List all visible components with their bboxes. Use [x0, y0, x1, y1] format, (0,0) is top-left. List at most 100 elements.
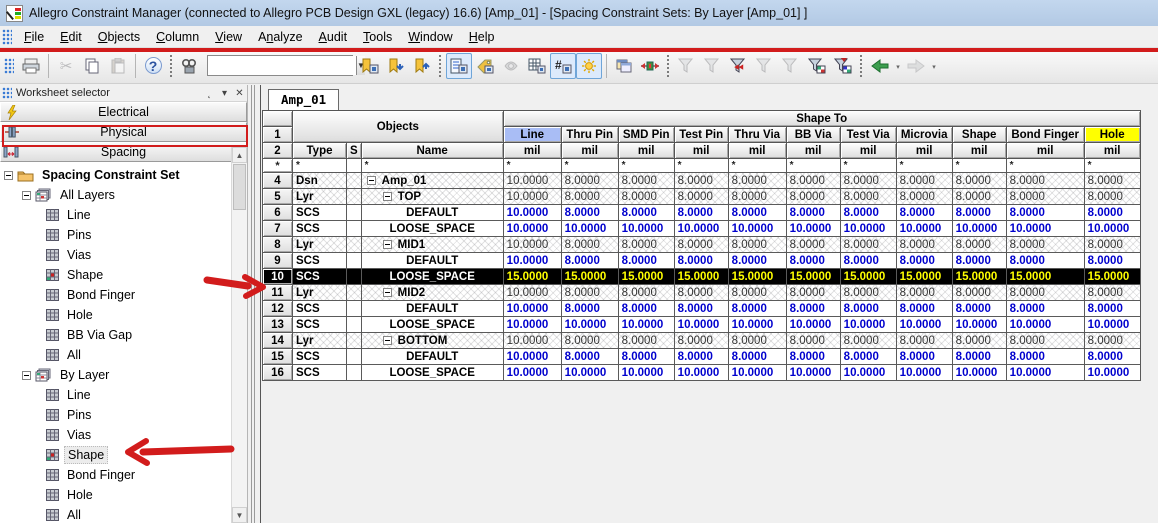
value-cell[interactable]: 8.0000 [951, 284, 1007, 301]
name-cell-default[interactable]: DEFAULT [360, 252, 504, 269]
help-icon[interactable]: ? [140, 53, 166, 79]
value-cell[interactable]: 8.0000 [727, 300, 787, 317]
search-combobox[interactable]: ▼ [207, 55, 365, 76]
value-cell[interactable]: 15.0000 [785, 268, 841, 285]
name-cell-top[interactable]: TOP [360, 188, 504, 205]
name-cell-loose_space[interactable]: LOOSE_SPACE [360, 268, 504, 285]
value-cell[interactable]: 10.0000 [1083, 220, 1141, 237]
filter-type-cell[interactable]: * [292, 158, 347, 173]
collapse-icon[interactable] [366, 176, 376, 185]
filter-value-cell[interactable]: * [673, 158, 729, 173]
value-cell[interactable]: 8.0000 [839, 332, 897, 349]
close-icon[interactable]: ✕ [232, 88, 247, 99]
tree-item-all-layers-bond-finger[interactable]: Bond Finger [0, 285, 247, 305]
value-cell[interactable]: 10.0000 [502, 300, 562, 317]
tag-icon[interactable] [472, 53, 498, 79]
value-cell[interactable]: 8.0000 [727, 348, 787, 365]
value-cell[interactable]: 8.0000 [1005, 252, 1085, 269]
filter-value-cell[interactable]: * [895, 158, 953, 173]
cross-probe-icon[interactable] [637, 53, 663, 79]
value-cell[interactable]: 15.0000 [617, 268, 675, 285]
name-cell-default[interactable]: DEFAULT [360, 300, 504, 317]
bookmark-up-icon[interactable] [409, 53, 435, 79]
value-cell[interactable]: 8.0000 [1083, 236, 1141, 253]
value-cell[interactable]: 8.0000 [951, 332, 1007, 349]
value-cell[interactable]: 8.0000 [1083, 332, 1141, 349]
value-cell[interactable]: 8.0000 [951, 236, 1007, 253]
value-cell[interactable]: 8.0000 [560, 172, 619, 189]
panel-splitter[interactable] [248, 85, 261, 523]
tree-item-by-layer-line[interactable]: Line [0, 385, 247, 405]
filter-s-cell[interactable] [346, 158, 362, 173]
value-cell[interactable]: 10.0000 [727, 364, 787, 381]
value-cell[interactable]: 15.0000 [502, 268, 562, 285]
value-cell[interactable]: 8.0000 [617, 172, 675, 189]
search-input[interactable] [208, 56, 356, 75]
value-cell[interactable]: 8.0000 [560, 332, 619, 349]
value-cell[interactable]: 8.0000 [727, 236, 787, 253]
menu-help[interactable]: Help [461, 28, 503, 46]
value-cell[interactable]: 10.0000 [785, 316, 841, 333]
value-cell[interactable]: 8.0000 [785, 348, 841, 365]
value-cell[interactable]: 10.0000 [895, 364, 953, 381]
scroll-down-icon[interactable]: ▼ [232, 507, 247, 523]
value-cell[interactable]: 8.0000 [1083, 284, 1141, 301]
collapse-icon[interactable] [22, 190, 31, 200]
value-cell[interactable]: 8.0000 [617, 300, 675, 317]
value-cell[interactable]: 8.0000 [673, 172, 729, 189]
value-cell[interactable]: 8.0000 [617, 188, 675, 205]
value-cell[interactable]: 8.0000 [560, 252, 619, 269]
selector-spacing-button[interactable]: Spacing [0, 142, 247, 162]
value-cell[interactable]: 10.0000 [839, 316, 897, 333]
value-cell[interactable]: 10.0000 [560, 316, 619, 333]
s-cell[interactable] [346, 220, 362, 237]
value-cell[interactable]: 10.0000 [673, 316, 729, 333]
value-cell[interactable]: 8.0000 [839, 204, 897, 221]
s-cell[interactable] [346, 316, 362, 333]
menu-view[interactable]: View [207, 28, 250, 46]
value-cell[interactable]: 8.0000 [673, 204, 729, 221]
menu-analyze[interactable]: Analyze [250, 28, 310, 46]
value-cell[interactable]: 8.0000 [560, 348, 619, 365]
value-cell[interactable]: 8.0000 [951, 252, 1007, 269]
panel-menu-icon[interactable]: ▾ [217, 88, 232, 99]
value-cell[interactable]: 10.0000 [502, 252, 562, 269]
copy-icon[interactable] [79, 53, 105, 79]
worksheet-selector-icon[interactable] [446, 52, 472, 79]
value-cell[interactable]: 8.0000 [1005, 172, 1085, 189]
s-cell[interactable] [346, 172, 362, 189]
value-cell[interactable]: 8.0000 [785, 284, 841, 301]
value-cell[interactable]: 8.0000 [895, 284, 953, 301]
value-cell[interactable]: 8.0000 [560, 300, 619, 317]
value-cell[interactable]: 8.0000 [560, 236, 619, 253]
value-cell[interactable]: 8.0000 [1005, 188, 1085, 205]
value-cell[interactable]: 8.0000 [895, 300, 953, 317]
value-cell[interactable]: 15.0000 [895, 268, 953, 285]
filter-table-icon[interactable] [804, 53, 830, 79]
value-cell[interactable]: 10.0000 [727, 316, 787, 333]
value-cell[interactable]: 15.0000 [1083, 268, 1141, 285]
value-cell[interactable]: 10.0000 [895, 220, 953, 237]
filter-color-icon[interactable] [830, 53, 856, 79]
dropdown-caret-icon[interactable]: ▾ [893, 53, 903, 79]
value-cell[interactable]: 8.0000 [1083, 172, 1141, 189]
menu-file[interactable]: File [16, 28, 52, 46]
value-cell[interactable]: 8.0000 [617, 284, 675, 301]
type-cell[interactable]: Dsn [292, 172, 347, 189]
type-cell[interactable]: SCS [292, 300, 347, 317]
value-cell[interactable]: 10.0000 [951, 364, 1007, 381]
s-cell[interactable] [346, 268, 362, 285]
filter-value-cell[interactable]: * [1005, 158, 1085, 173]
column-header-test-via[interactable]: Test Via [839, 126, 897, 143]
tree-item-all-layers-all[interactable]: All [0, 345, 247, 365]
value-cell[interactable]: 8.0000 [727, 204, 787, 221]
value-cell[interactable]: 8.0000 [1083, 348, 1141, 365]
value-cell[interactable]: 10.0000 [1083, 316, 1141, 333]
collapse-icon[interactable] [382, 336, 392, 345]
value-cell[interactable]: 8.0000 [617, 332, 675, 349]
selector-electrical-button[interactable]: Electrical [0, 102, 247, 122]
value-cell[interactable]: 8.0000 [673, 252, 729, 269]
menu-audit[interactable]: Audit [311, 28, 356, 46]
value-cell[interactable]: 10.0000 [502, 284, 562, 301]
tree-item-all-layers-bb-via-gap[interactable]: BB Via Gap [0, 325, 247, 345]
